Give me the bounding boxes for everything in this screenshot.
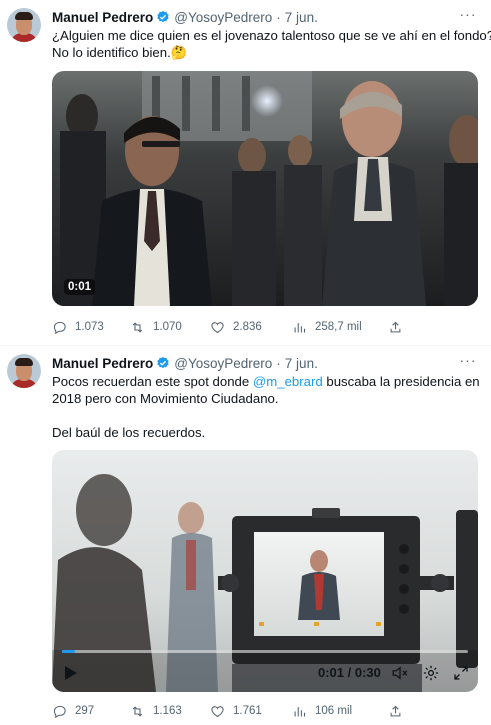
tweet[interactable]: Manuel Pedrero @YosoyPedrero · 7 jun. ··… [0,346,491,725]
avatar[interactable] [7,8,41,42]
like-count: 1.761 [233,705,262,717]
video-progress-bar[interactable] [62,650,468,653]
like-icon [211,705,224,717]
author-name[interactable]: Manuel Pedrero [52,356,153,371]
like-count: 2.836 [233,321,262,333]
views-button[interactable]: 258,7 mil [292,317,362,337]
like-button[interactable]: 1.761 [210,701,262,721]
reply-count: 1.073 [75,321,104,333]
more-options-icon[interactable]: ··· [459,353,477,372]
play-icon[interactable] [64,665,78,681]
tweet-date[interactable]: 7 jun. [285,10,318,25]
video-progress-fill [62,650,76,653]
video-time: 0:01 / 0:30 [318,665,381,680]
author-name[interactable]: Manuel Pedrero [52,10,153,25]
video-controls: 0:01 / 0:30 [52,646,478,692]
views-icon [294,706,306,716]
views-icon [294,322,306,332]
tweet-header: Manuel Pedrero @YosoyPedrero · 7 jun. [52,354,318,372]
tweet-header: Manuel Pedrero @YosoyPedrero · 7 jun. [52,8,318,26]
settings-icon[interactable] [422,664,440,682]
tweet-actions: 297 1.163 1.761 106 mil [52,701,480,721]
separator: · [276,355,281,371]
like-icon [211,321,224,333]
video-frame [52,71,478,306]
tweet-date[interactable]: 7 jun. [285,356,318,371]
tweet-actions: 1.073 1.070 2.836 258,7 mil [52,317,480,337]
views-count: 258,7 mil [315,321,362,333]
tweet[interactable]: Manuel Pedrero @YosoyPedrero · 7 jun. ··… [0,0,491,346]
tweet-text-line: No lo identifico bien.🤔 [52,45,188,60]
retweet-button[interactable]: 1.163 [130,701,182,721]
retweet-count: 1.070 [153,321,182,333]
views-count: 106 mil [315,705,353,717]
tweet-text-line: ¿Alguien me dice quien es el jovenazo ta… [52,28,491,43]
fullscreen-icon[interactable] [452,664,470,682]
reply-count: 297 [75,705,95,717]
avatar[interactable] [7,354,41,388]
reply-icon [53,705,66,718]
reply-icon [53,321,66,334]
retweet-count: 1.163 [153,705,182,717]
video-timestamp: 0:01 [64,279,96,295]
mention-link[interactable]: @m_ebrard [253,374,323,389]
share-button[interactable] [388,317,411,337]
tweet-text-line: Pocos recuerdan este spot donde @m_ebrar… [52,374,480,389]
tweet-text-line: Del baúl de los recuerdos. [52,425,206,440]
retweet-button[interactable]: 1.070 [130,317,182,337]
share-icon [390,705,401,716]
views-button[interactable]: 106 mil [292,701,352,721]
verified-badge-icon [157,356,169,369]
author-handle[interactable]: @YosoyPedrero [174,10,272,25]
video-player[interactable]: 0:01 [52,71,478,306]
author-handle[interactable]: @YosoyPedrero [174,356,272,371]
tweet-text: Pocos recuerdan este spot donde @m_ebrar… [52,373,480,441]
share-icon [390,321,401,332]
retweet-icon [132,321,143,333]
like-button[interactable]: 2.836 [210,317,262,337]
share-button[interactable] [388,701,411,721]
video-player[interactable]: 0:01 / 0:30 [52,450,478,692]
retweet-icon [132,705,143,717]
more-options-icon[interactable]: ··· [459,7,477,26]
verified-badge-icon [157,10,169,23]
reply-button[interactable]: 1.073 [52,317,104,337]
tweet-text: ¿Alguien me dice quien es el jovenazo ta… [52,27,491,61]
separator: · [276,9,281,25]
tweet-text-line: 2018 pero con Movimiento Ciudadano. [52,391,279,406]
volume-icon[interactable] [391,664,409,682]
reply-button[interactable]: 297 [52,701,94,721]
